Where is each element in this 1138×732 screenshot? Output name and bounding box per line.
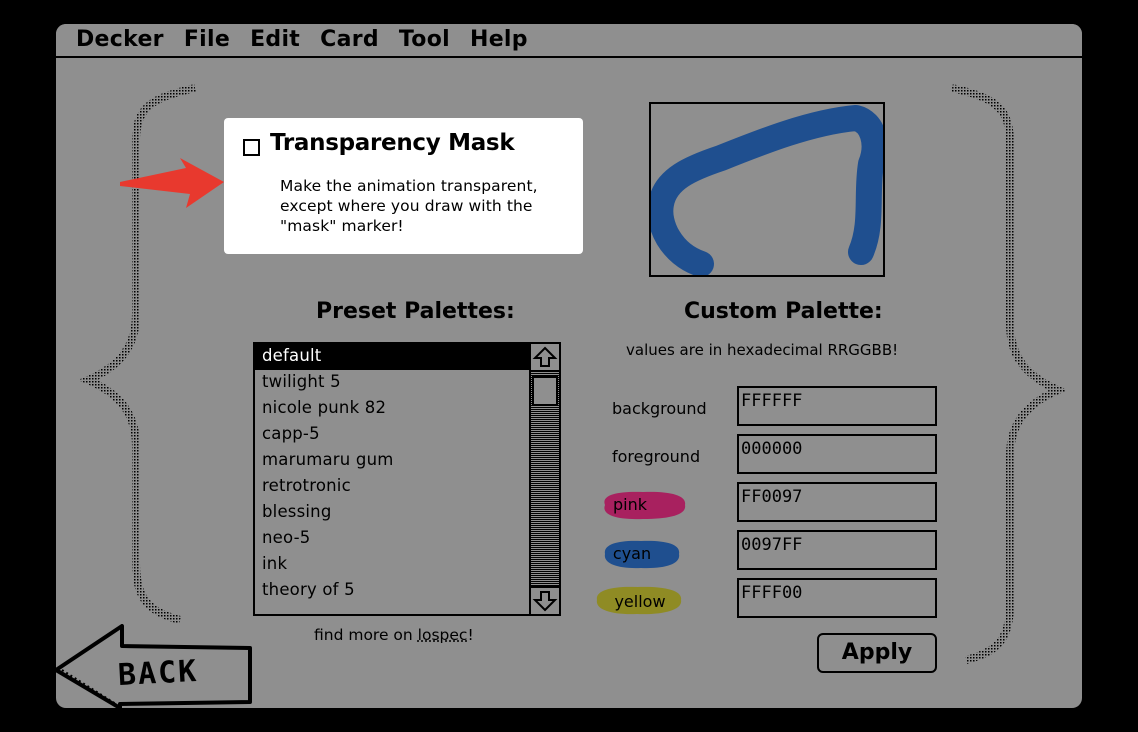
right-brace-decoration [951,84,1066,664]
menu-decker[interactable]: Decker [56,24,174,56]
list-item[interactable]: ink [255,552,533,578]
animation-preview-canvas[interactable] [647,102,888,277]
arrow-up-icon [532,346,558,367]
pointer-arrow-icon [120,158,224,208]
menu-help[interactable]: Help [460,24,538,56]
pink-color-field[interactable]: FF0097 [737,482,937,522]
list-item[interactable]: nicole punk 82 [255,396,533,422]
apply-button[interactable]: Apply [817,633,937,673]
list-item[interactable]: retrotronic [255,474,533,500]
list-item[interactable]: twilight 5 [255,370,533,396]
footer-suffix: ! [467,626,474,644]
preset-palettes-list[interactable]: default twilight 5 nicole punk 82 capp-5… [253,342,561,616]
preset-palettes-heading: Preset Palettes: [316,299,515,324]
menu-tool[interactable]: Tool [389,24,460,56]
yellow-label: yellow [614,592,666,611]
list-item[interactable]: default [255,344,533,370]
menubar: Decker File Edit Card Tool Help [56,24,1082,58]
lospec-link[interactable]: lospec [418,626,468,644]
background-color-field[interactable]: FFFFFF [737,386,937,426]
list-item[interactable]: marumaru gum [255,448,533,474]
cyan-color-field[interactable]: 0097FF [737,530,937,570]
list-item[interactable]: theory of 5 [255,578,533,604]
cyan-label: cyan [612,544,652,563]
back-button[interactable]: BACK [56,624,256,708]
menu-edit[interactable]: Edit [240,24,310,56]
background-label: background [612,399,707,418]
hex-hint: values are in hexadecimal RRGGBB! [626,341,899,359]
list-item[interactable]: neo-5 [255,526,533,552]
decker-screen: Decker File Edit Card Tool Help Transpar… [56,24,1082,708]
list-item[interactable]: blessing [255,500,533,526]
pink-label: pink [612,495,647,514]
transparency-mask-checkbox[interactable] [243,139,260,156]
list-scrollbar[interactable] [529,344,559,614]
back-label: BACK [117,653,200,694]
transparency-mask-panel: Transparency Mask Make the animation tra… [224,118,583,254]
yellow-color-field[interactable]: FFFF00 [737,578,937,618]
scroll-up-button[interactable] [531,344,559,372]
scroll-down-button[interactable] [531,586,559,614]
menu-card[interactable]: Card [310,24,389,56]
lospec-footer: find more on lospec! [314,626,474,644]
foreground-label: foreground [612,447,701,466]
custom-palette-heading: Custom Palette: [684,299,883,324]
foreground-color-field[interactable]: 000000 [737,434,937,474]
footer-prefix: find more on [314,626,418,644]
arrow-down-icon [532,591,558,612]
scroll-thumb[interactable] [532,376,558,406]
transparency-mask-title[interactable]: Transparency Mask [270,130,515,156]
list-item[interactable]: capp-5 [255,422,533,448]
preview-drawing [647,105,888,277]
menu-file[interactable]: File [174,24,240,56]
transparency-mask-description: Make the animation transparent, except w… [280,177,538,235]
